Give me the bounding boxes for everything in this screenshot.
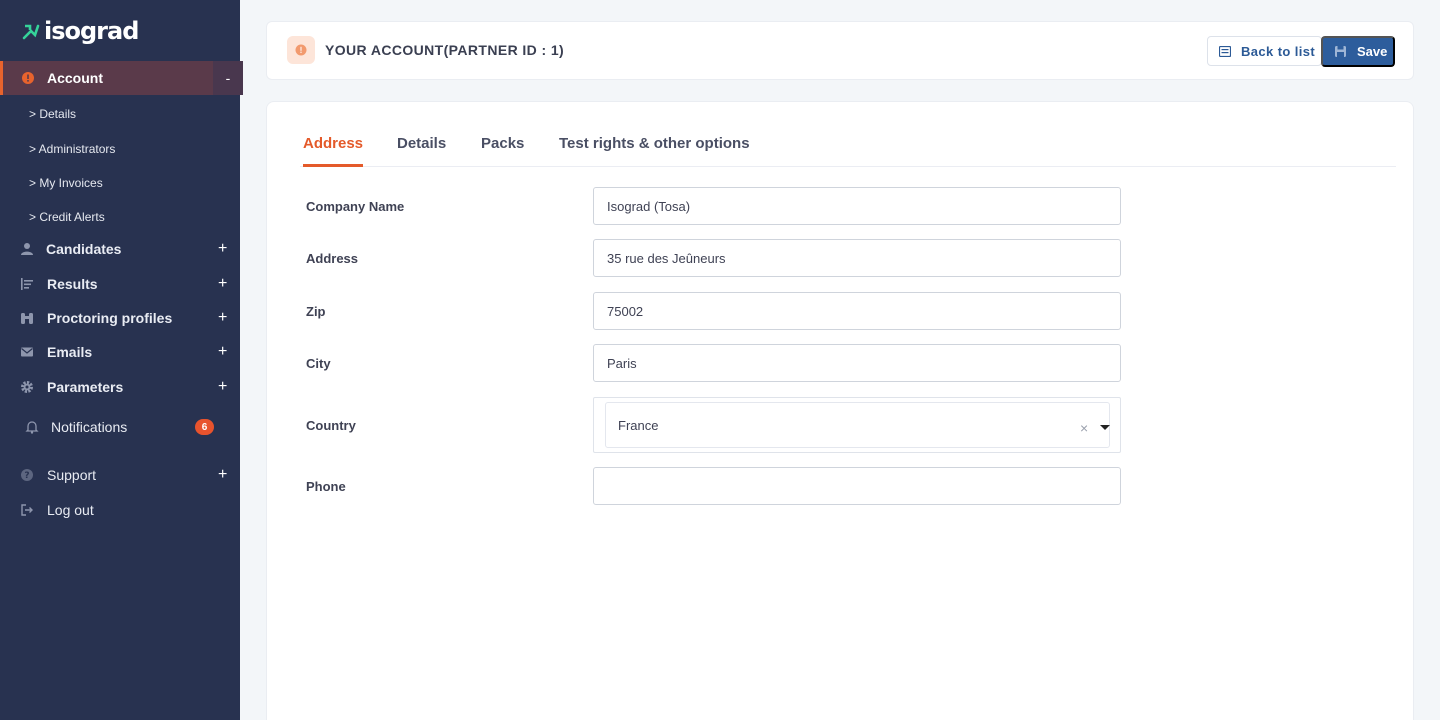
back-to-list-button[interactable]: Back to list: [1207, 36, 1322, 66]
country-select[interactable]: France ×: [605, 402, 1110, 448]
sidebar-item-support[interactable]: ? Support +: [0, 458, 240, 492]
sidebar-item-label: Parameters: [47, 379, 124, 395]
sidebar: isograd Account - > Details > Administra…: [0, 0, 243, 720]
page-header: YOUR ACCOUNT(PARTNER ID : 1) Back to lis…: [266, 21, 1414, 80]
zip-input[interactable]: [593, 292, 1121, 330]
notification-count-badge: 6: [195, 419, 214, 435]
list-icon: [1219, 45, 1231, 57]
gear-icon: [21, 381, 33, 393]
info-circle-icon: [295, 44, 307, 56]
brand-name: isograd: [44, 17, 139, 45]
sidebar-item-parameters[interactable]: Parameters +: [0, 370, 240, 404]
tab-details[interactable]: Details: [397, 135, 446, 167]
zip-label: Zip: [306, 304, 326, 319]
page-title: YOUR ACCOUNT(PARTNER ID : 1): [325, 42, 565, 58]
company-name-input[interactable]: [593, 187, 1121, 225]
expand-icon[interactable]: +: [218, 343, 227, 361]
country-selected-value: France: [618, 418, 659, 433]
user-icon: [21, 243, 33, 255]
city-label: City: [306, 356, 331, 371]
save-label: Save: [1357, 44, 1388, 59]
sidebar-item-account[interactable]: Account -: [0, 61, 243, 95]
address-input[interactable]: [593, 239, 1121, 277]
sidebar-item-proctoring-profiles[interactable]: Proctoring profiles +: [0, 301, 240, 335]
sidebar-item-label: Proctoring profiles: [47, 310, 173, 326]
account-icon: [287, 36, 315, 64]
sidebar-subitem-credit-alerts[interactable]: > Credit Alerts: [29, 210, 105, 224]
sidebar-item-label: Notifications: [51, 419, 128, 435]
sidebar-item-label: Results: [47, 276, 98, 292]
sidebar-item-logout[interactable]: Log out: [0, 493, 240, 527]
chevron-down-icon[interactable]: [1100, 425, 1110, 430]
expand-icon[interactable]: +: [218, 378, 227, 396]
sidebar-subitem-details[interactable]: > Details: [29, 107, 76, 121]
company-name-label: Company Name: [306, 199, 405, 214]
tab-address[interactable]: Address: [303, 135, 364, 167]
expand-icon[interactable]: +: [218, 275, 227, 293]
sidebar-subitem-my-invoices[interactable]: > My Invoices: [29, 176, 103, 190]
sidebar-item-results[interactable]: Results +: [0, 267, 240, 301]
tab-bar: Address Details Packs Test rights & othe…: [300, 130, 1396, 167]
logout-icon: [21, 504, 33, 516]
collapse-toggle[interactable]: -: [213, 61, 243, 95]
info-circle-icon: [22, 72, 34, 84]
tab-test-rights[interactable]: Test rights & other options: [559, 135, 750, 167]
address-label: Address: [306, 251, 359, 266]
sidebar-subitem-administrators[interactable]: > Administrators: [29, 142, 115, 156]
expand-icon[interactable]: +: [218, 309, 227, 327]
country-label: Country: [306, 418, 356, 433]
phone-label: Phone: [306, 479, 346, 494]
expand-icon[interactable]: +: [218, 240, 227, 258]
bell-icon: [25, 421, 39, 434]
sidebar-item-label: Candidates: [46, 241, 122, 257]
sidebar-item-label: Account: [47, 70, 103, 86]
tab-packs[interactable]: Packs: [481, 135, 524, 167]
sidebar-item-candidates[interactable]: Candidates +: [0, 232, 240, 266]
sidebar-item-label: Log out: [47, 502, 94, 518]
save-button[interactable]: Save: [1321, 36, 1395, 67]
phone-input[interactable]: [593, 467, 1121, 505]
list-icon: [21, 278, 33, 290]
account-form-card: Address Details Packs Test rights & othe…: [266, 101, 1414, 720]
clear-icon[interactable]: ×: [1080, 420, 1088, 436]
sidebar-item-notifications[interactable]: Notifications 6: [0, 410, 240, 444]
svg-text:?: ?: [24, 471, 29, 481]
country-select-wrapper: France ×: [593, 397, 1121, 453]
back-to-list-label: Back to list: [1241, 43, 1316, 59]
binoculars-icon: [21, 313, 33, 324]
envelope-icon: [21, 347, 33, 357]
logo-icon: [22, 24, 40, 40]
sidebar-item-emails[interactable]: Emails +: [0, 335, 240, 369]
sidebar-item-label: Emails: [47, 344, 93, 360]
help-circle-icon: ?: [21, 469, 33, 481]
floppy-disk-icon: [1335, 46, 1346, 57]
brand-logo[interactable]: isograd: [22, 17, 139, 45]
expand-icon[interactable]: +: [218, 466, 227, 484]
sidebar-item-label: Support: [47, 467, 97, 483]
city-input[interactable]: [593, 344, 1121, 382]
